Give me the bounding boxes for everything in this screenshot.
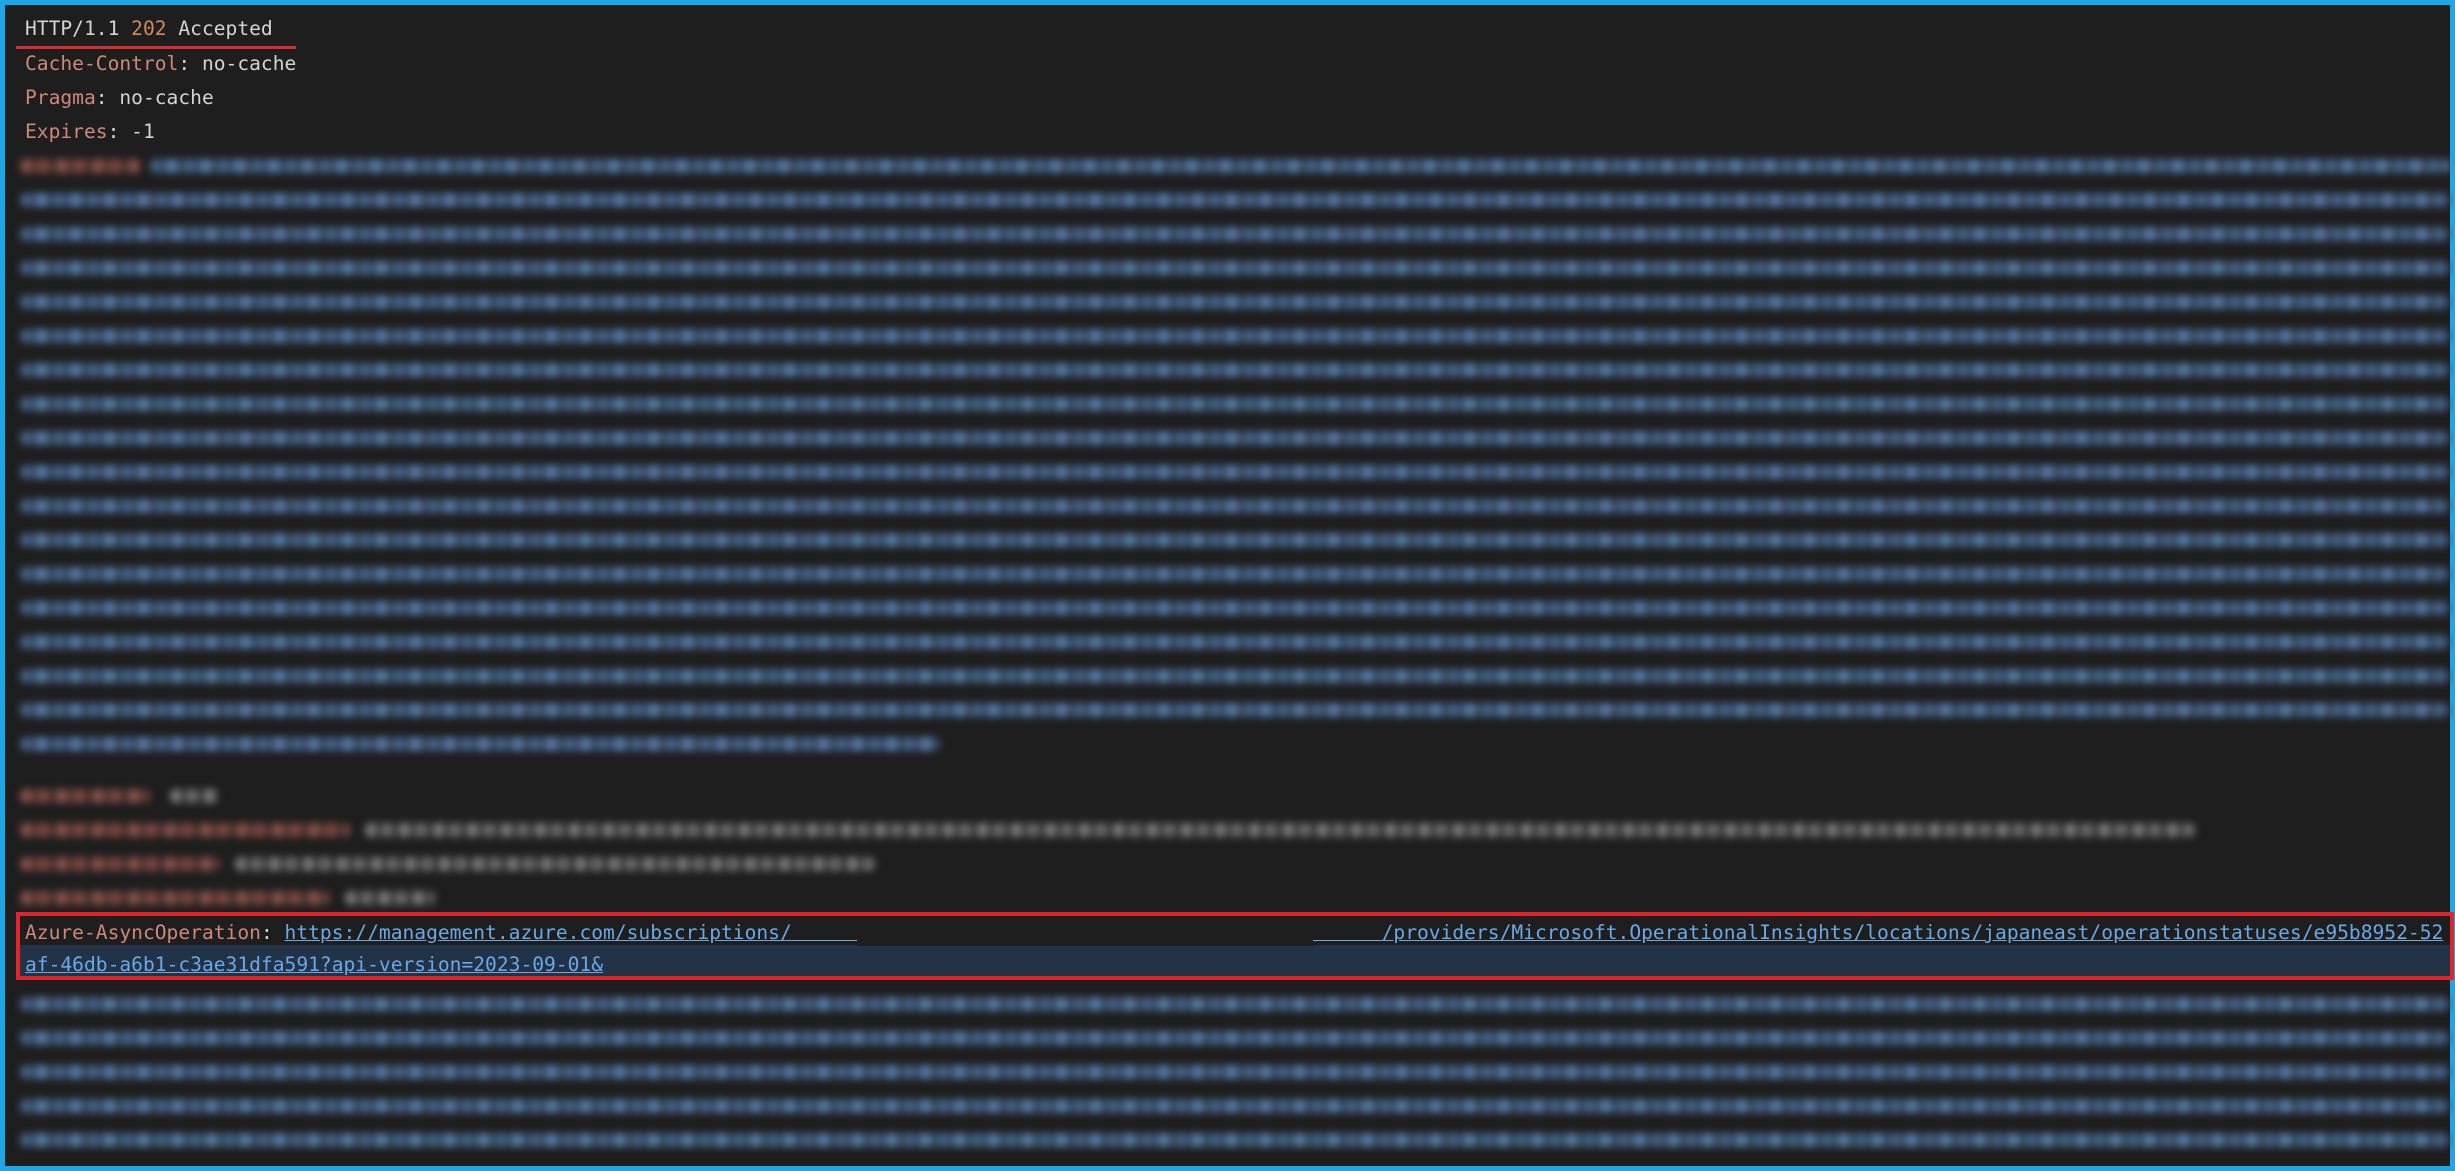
- header-name: Expires: [25, 120, 108, 143]
- header-value: -1: [131, 120, 155, 143]
- status-line: HTTP/1.1 202 Accepted: [25, 12, 273, 46]
- header-value: no-cache: [201, 52, 297, 75]
- header-line-pragma: Pragma: no-cache: [25, 86, 214, 109]
- header-line-cache-control: Cache-Control: no-cache: [25, 52, 297, 75]
- header-line-expires: Expires: -1: [25, 120, 155, 143]
- header-value: no-cache: [119, 86, 214, 109]
- redacted-header-block: [20, 151, 2450, 779]
- header-name: Cache-Control: [25, 52, 179, 75]
- status-text: Accepted: [178, 17, 273, 40]
- async-operation-highlight-box: [16, 912, 2454, 980]
- redacted-body-block: [20, 985, 2450, 1165]
- status-code: 202: [131, 17, 167, 40]
- status-protocol: HTTP/1.1: [25, 17, 120, 40]
- header-name: Pragma: [25, 86, 96, 109]
- response-panel: HTTP/1.1 202 Accepted Cache-Control: no-…: [0, 0, 2455, 1171]
- redacted-headers-short: [20, 781, 2220, 911]
